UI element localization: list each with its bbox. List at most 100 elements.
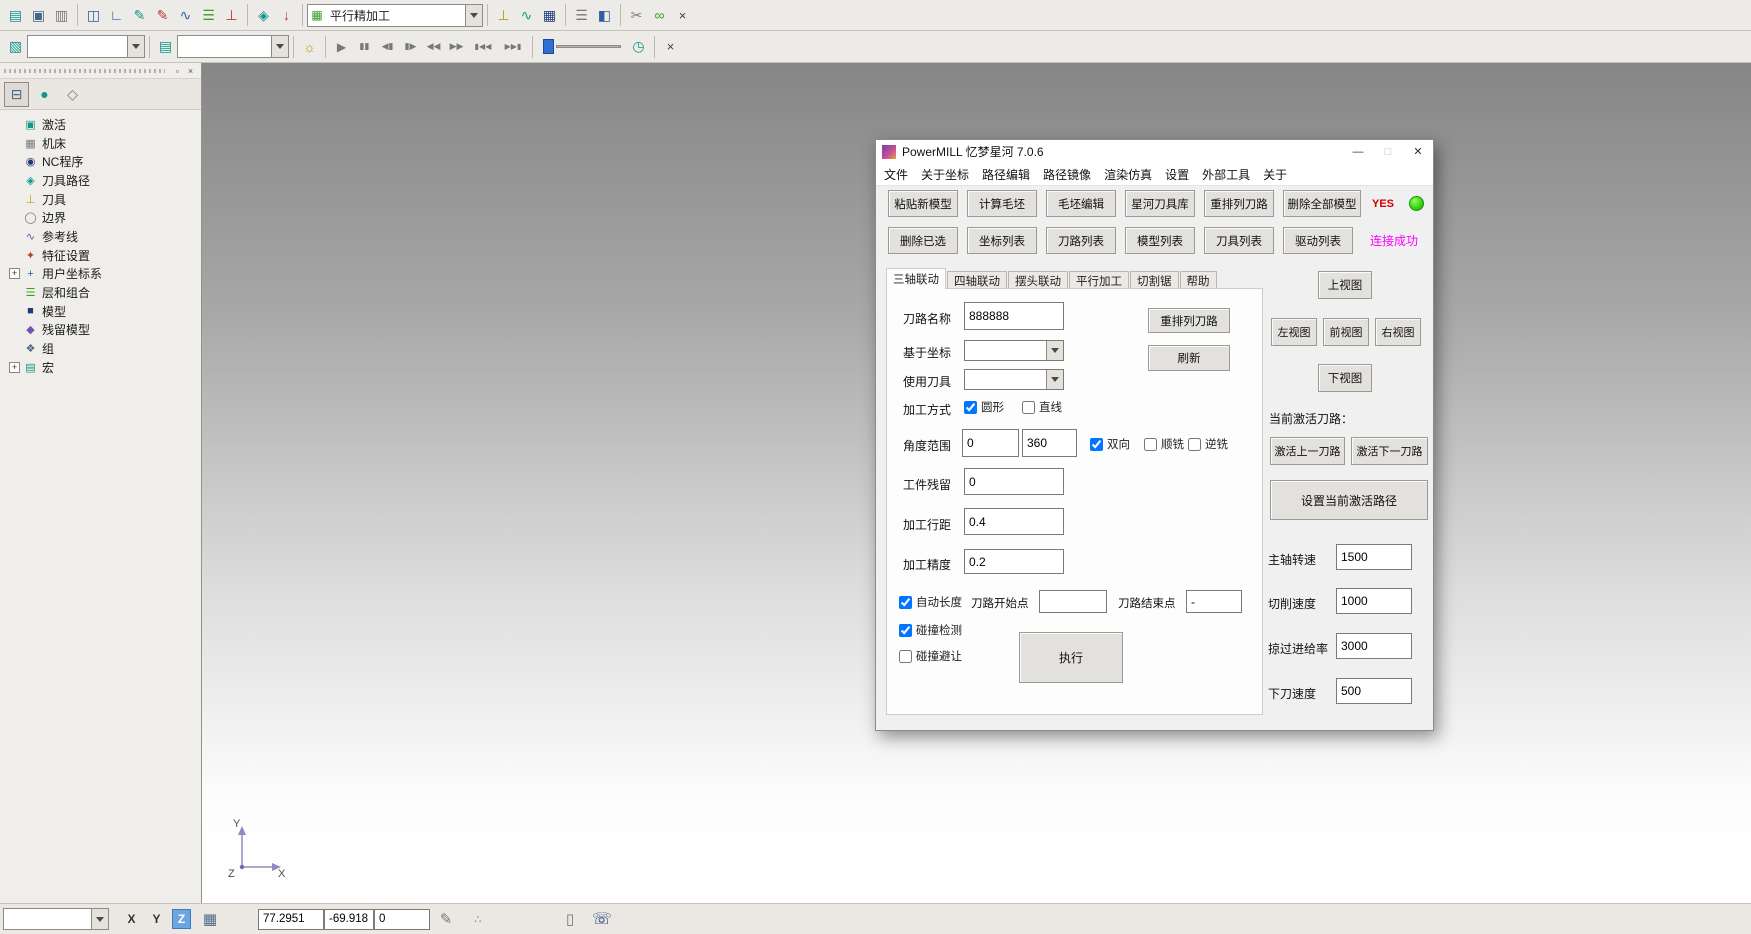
tree-item-pattern[interactable]: ∿ 参考线 [0,227,201,246]
expander-icon[interactable] [9,268,20,279]
menu-render-sim[interactable]: 渲染仿真 [1104,166,1152,183]
globe-icon[interactable]: ● [32,82,57,107]
spindle-speed-input[interactable] [1336,544,1412,570]
tree-item-group[interactable]: ❖ 组 [0,339,201,358]
coordinate-y-input[interactable] [324,909,374,930]
panel-close-icon[interactable]: × [184,65,197,77]
stock-edit-button[interactable]: 毛坯编辑 [1046,190,1116,217]
menu-path-mirror[interactable]: 路径镜像 [1043,166,1091,183]
use-tool-combo[interactable] [964,369,1064,390]
line-checkbox[interactable]: 直线 [1022,399,1062,415]
chart-icon[interactable]: ◧ [593,4,616,27]
set-active-path-button[interactable]: 设置当前激活路径 [1270,480,1428,520]
rewind-icon[interactable]: ◀◀ [422,35,445,58]
shield-icon[interactable]: ◇ [60,82,85,107]
tree-item-tool[interactable]: ⊥ 刀具 [0,190,201,209]
curve-icon[interactable]: ∿ [174,4,197,27]
tool-library-button[interactable]: 星河刀具库 [1125,190,1195,217]
panel-grip[interactable]: ▫ × [0,63,201,79]
close-icon[interactable]: ✕ [1403,140,1433,163]
tree-item-stock-model[interactable]: ◆ 残留模型 [0,321,201,340]
pause-icon[interactable]: ▮▮ [353,35,376,58]
save-icon[interactable]: ▣ [27,4,50,27]
angle-end-input[interactable] [1022,429,1077,457]
graph-icon[interactable]: ∿ [515,4,538,27]
cutting-feed-input[interactable] [1336,588,1412,614]
scissors-icon[interactable]: ✂ [625,4,648,27]
left-view-button[interactable]: 左视图 [1271,318,1317,346]
skim-feed-input[interactable] [1336,633,1412,659]
auto-length-checkbox[interactable]: 自动长度 [899,594,962,610]
menu-settings[interactable]: 设置 [1165,166,1189,183]
diamond-icon[interactable]: ◈ [252,4,275,27]
measure-icon[interactable]: ☰ [570,4,593,27]
tree-item-boundary[interactable]: ◯ 边界 [0,208,201,227]
tool-list-button[interactable]: 刀具列表 [1204,227,1274,254]
z-axis-button[interactable]: Z [172,909,191,929]
slider-handle-icon[interactable] [543,39,554,54]
go-start-icon[interactable]: ▮◀◀ [468,35,498,58]
drive-list-button[interactable]: 驱动列表 [1283,227,1353,254]
toolpath-list-button[interactable]: 刀路列表 [1046,227,1116,254]
tool-icon[interactable]: ⊥ [220,4,243,27]
bidirectional-checkbox[interactable]: 双向 [1090,436,1130,452]
toolpath-name-input[interactable] [964,302,1064,330]
toolpath-combo[interactable] [27,35,145,58]
tree-item-levels[interactable]: ☰ 层和组合 [0,283,201,302]
activate-prev-toolpath-button[interactable]: 激活上一刀路 [1270,437,1345,465]
use-tool-dropdown-arrow[interactable] [1046,370,1063,389]
clock-icon[interactable]: ◷ [627,35,650,58]
speed-slider[interactable] [543,38,621,56]
print-icon[interactable]: ▥ [50,4,73,27]
circle-checkbox[interactable]: 圆形 [964,399,1004,415]
menu-external-tools[interactable]: 外部工具 [1202,166,1250,183]
slider-track[interactable] [556,45,621,48]
right-view-button[interactable]: 右视图 [1375,318,1421,346]
x-axis-button[interactable]: X [122,909,141,929]
toolpath-list-icon[interactable]: ▧ [4,35,27,58]
tab-3axis[interactable]: 三轴联动 [886,268,946,289]
menu-path-edit[interactable]: 路径编辑 [982,166,1030,183]
bidirectional-checkbox-input[interactable] [1090,438,1103,451]
strategy-combo[interactable]: ▦ 平行精加工 [307,4,483,27]
lightbulb-icon[interactable]: ☼ [298,35,321,58]
tab-parallel[interactable]: 平行加工 [1069,271,1129,289]
tolerance-input[interactable] [964,549,1064,574]
collision-avoid-checkbox-input[interactable] [899,650,912,663]
calculator-icon[interactable]: ▦ [538,4,561,27]
paste-new-model-button[interactable]: 粘贴新模型 [888,190,958,217]
nc-dropdown-arrow[interactable] [271,36,288,57]
execute-button[interactable]: 执行 [1019,632,1123,683]
play-icon[interactable]: ▶ [330,35,353,58]
menu-coords[interactable]: 关于坐标 [921,166,969,183]
delete-all-models-button[interactable]: 删除全部模型 [1283,190,1361,217]
fast-forward-icon[interactable]: ▶▶ [445,35,468,58]
page-icon[interactable]: ▯ [558,907,582,931]
angle-start-input[interactable] [962,429,1019,457]
tree-item-nc-program[interactable]: ◉ NC程序 [0,152,201,171]
menu-about[interactable]: 关于 [1263,166,1287,183]
plunge-feed-input[interactable] [1336,678,1412,704]
axes-icon[interactable]: ∟ [105,4,128,27]
circle-checkbox-input[interactable] [964,401,977,414]
grid-icon[interactable]: ▦ [198,907,222,931]
nc-list-icon[interactable]: ▤ [154,35,177,58]
tree-item-workplane[interactable]: + 用户坐标系 [0,265,201,284]
base-coord-dropdown-arrow[interactable] [1046,341,1063,360]
activate-next-toolpath-button[interactable]: 激活下一刀路 [1351,437,1428,465]
edit-list-icon[interactable]: ✎ [434,907,458,931]
maximize-icon[interactable]: □ [1373,140,1403,163]
pen-icon[interactable]: ✎ [151,4,174,27]
model-list-button[interactable]: 模型列表 [1125,227,1195,254]
climb-mill-checkbox-input[interactable] [1144,438,1157,451]
expander-icon[interactable] [9,362,20,373]
collision-check-checkbox[interactable]: 碰撞检测 [899,622,962,638]
end-point-input[interactable] [1186,590,1242,613]
coordinate-z-input[interactable] [374,909,430,930]
dialog-titlebar[interactable]: PowerMILL 忆梦星河 7.0.6 — □ ✕ [876,140,1433,163]
tab-saw[interactable]: 切割锯 [1130,271,1179,289]
tree-item-model[interactable]: ■ 模型 [0,302,201,321]
tree-item-machine[interactable]: ▦ 机床 [0,134,201,153]
coordinate-x-input[interactable] [258,909,324,930]
top-view-button[interactable]: 上视图 [1318,271,1372,299]
